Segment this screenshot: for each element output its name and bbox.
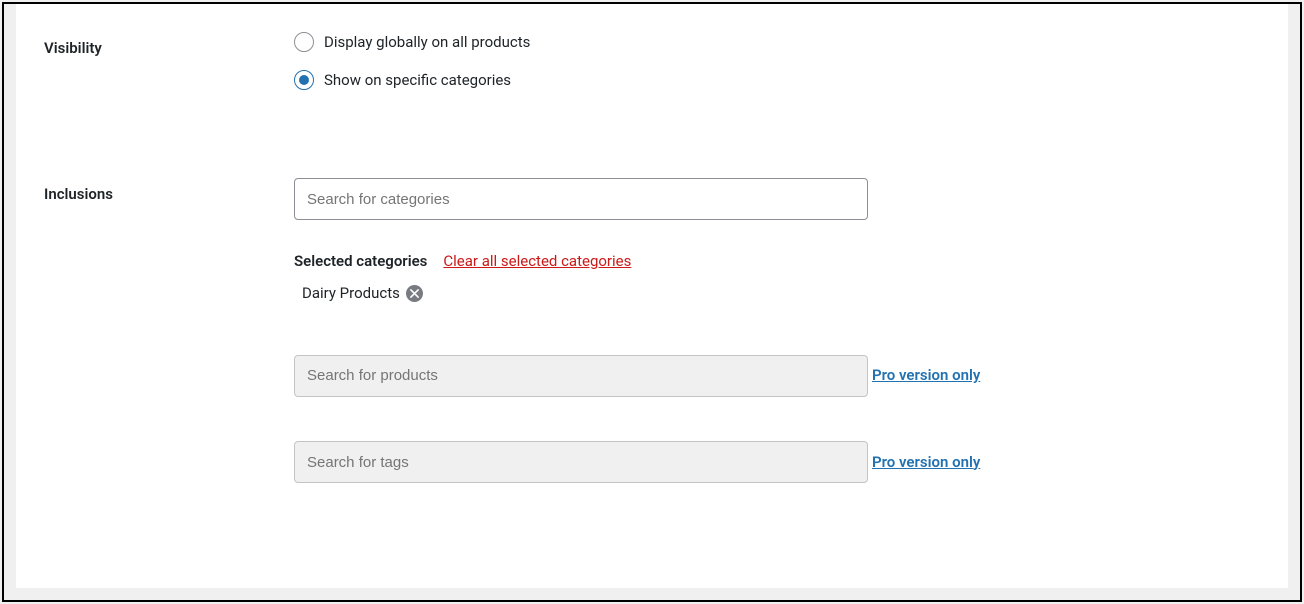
inclusions-row: Inclusions Selected categories Clear all… — [16, 178, 1288, 483]
remove-category-button[interactable] — [406, 285, 423, 302]
selected-category-tag: Dairy Products — [302, 284, 423, 302]
tags-pro-link[interactable]: Pro version only — [872, 453, 980, 471]
visibility-label-col: Visibility — [16, 32, 294, 57]
visibility-radio-specific[interactable]: Show on specific categories — [294, 70, 1248, 90]
visibility-label: Visibility — [44, 39, 102, 57]
visibility-row: Visibility Display globally on all produ… — [16, 32, 1288, 108]
inclusions-field-col: Selected categories Clear all selected c… — [294, 178, 1288, 483]
tags-search-input — [294, 441, 868, 483]
visibility-radio-global-label: Display globally on all products — [324, 33, 530, 51]
visibility-radio-global[interactable]: Display globally on all products — [294, 32, 1248, 52]
settings-panel-frame: Visibility Display globally on all produ… — [2, 2, 1302, 602]
radio-icon — [294, 32, 314, 52]
close-icon — [410, 289, 419, 298]
settings-content-panel: Visibility Display globally on all produ… — [16, 4, 1288, 588]
products-search-input — [294, 355, 868, 397]
categories-search-input[interactable] — [294, 178, 868, 220]
selected-categories-header: Selected categories Clear all selected c… — [294, 252, 1248, 270]
visibility-field-col: Display globally on all products Show on… — [294, 32, 1288, 108]
products-pro-link[interactable]: Pro version only — [872, 366, 980, 384]
selected-categories-label: Selected categories — [294, 252, 427, 270]
inclusions-label-col: Inclusions — [16, 178, 294, 203]
radio-icon — [294, 70, 314, 90]
clear-all-categories-link[interactable]: Clear all selected categories — [443, 252, 631, 270]
tags-block: Pro version only — [294, 435, 1248, 484]
selected-category-name: Dairy Products — [302, 284, 400, 302]
products-block: Pro version only — [294, 348, 1248, 397]
inclusions-label: Inclusions — [44, 185, 113, 203]
visibility-radio-specific-label: Show on specific categories — [324, 71, 511, 89]
